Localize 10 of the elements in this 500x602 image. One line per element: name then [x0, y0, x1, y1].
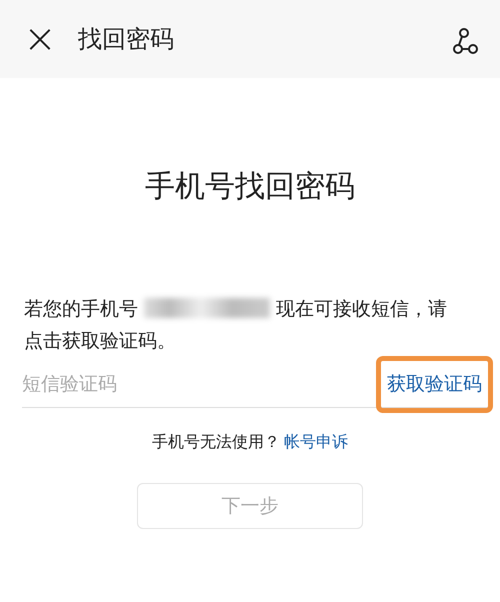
window-title: 找回密码 [78, 24, 175, 55]
close-button[interactable]: × [22, 19, 58, 59]
page-heading: 手机号找回密码 [144, 168, 356, 206]
help-text: 手机号无法使用？ [152, 432, 280, 451]
message-text: 现在可接收短信，请 [276, 298, 447, 320]
sms-code-field[interactable]: 短信验证码 [22, 361, 381, 408]
share-icon[interactable] [452, 27, 478, 55]
message-text: 点击获取验证码。 [24, 329, 176, 354]
message-text: 若您的手机号 [24, 298, 138, 320]
account-appeal-link[interactable]: 帐号申诉 [284, 432, 348, 451]
